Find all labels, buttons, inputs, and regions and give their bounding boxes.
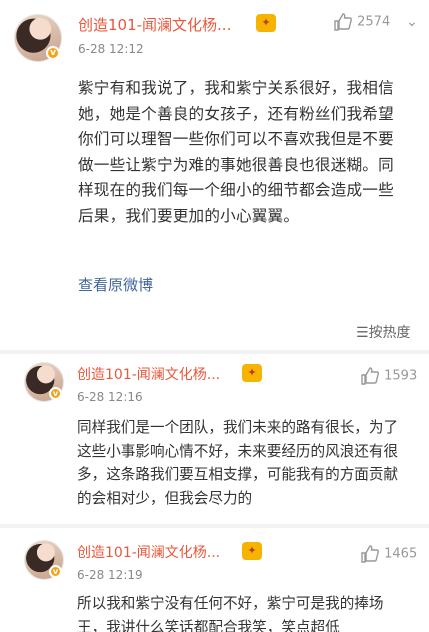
- like-button[interactable]: 2574: [333, 12, 390, 32]
- crown-badge-icon: ✦: [256, 14, 276, 32]
- comment-item: v 创造101-闻澜文化杨... ✦ 6-28 12:19 1465 所以我和紫…: [0, 528, 429, 632]
- chevron-down-icon[interactable]: ⌄: [406, 14, 418, 30]
- thumb-up-icon: [334, 13, 352, 31]
- crown-badge-icon: ✦: [242, 542, 262, 560]
- verified-badge-icon: v: [49, 387, 62, 400]
- author-name[interactable]: 创造101-闻澜文化杨...: [78, 14, 231, 35]
- comment-content: 同样我们是一个团队，我们未来的路有很长，为了这些小事影响心情不好，未来要经历的风…: [77, 419, 399, 507]
- like-count: 1465: [384, 546, 418, 562]
- sort-by-hot-button[interactable]: ☰按热度: [356, 322, 411, 342]
- comment-like-button[interactable]: 1593: [360, 366, 417, 386]
- sort-label: 按热度: [368, 325, 411, 341]
- comment-like-button[interactable]: 1465: [360, 544, 417, 564]
- post-time: 6-28 12:12: [78, 42, 144, 56]
- sort-icon: ☰: [356, 325, 369, 341]
- thumb-up-icon: [361, 545, 379, 563]
- comment-author[interactable]: 创造101-闻澜文化杨...: [77, 542, 220, 562]
- comment-author[interactable]: 创造101-闻澜文化杨...: [77, 364, 220, 384]
- comment-content: 所以我和紫宁没有任何不好，紫宁可是我的捧场王，我讲什么笑话都配合我笑，笑点超低: [77, 595, 384, 632]
- crown-badge-icon: ✦: [242, 364, 262, 382]
- verified-badge-icon: v: [46, 46, 60, 60]
- comment-item: v 创造101-闻澜文化杨... ✦ 6-28 12:16 1593 同样我们是…: [0, 354, 429, 524]
- verified-badge-icon: v: [49, 565, 62, 578]
- post-content: 紫宁有和我说了，我和紫宁关系很好，我相信她，她是个善良的女孩子，还有粉丝们我希望…: [78, 79, 394, 225]
- thumb-up-icon: [361, 367, 379, 385]
- comment-time: 6-28 12:16: [77, 390, 143, 404]
- like-count: 1593: [384, 368, 418, 384]
- view-original-link[interactable]: 查看原微博: [78, 274, 153, 295]
- main-post: v 创造101-闻澜文化杨... ✦ 2574 ⌄ 6-28 12:12 紫宁有…: [0, 0, 429, 350]
- comment-time: 6-28 12:19: [77, 568, 143, 582]
- like-count: 2574: [357, 14, 391, 30]
